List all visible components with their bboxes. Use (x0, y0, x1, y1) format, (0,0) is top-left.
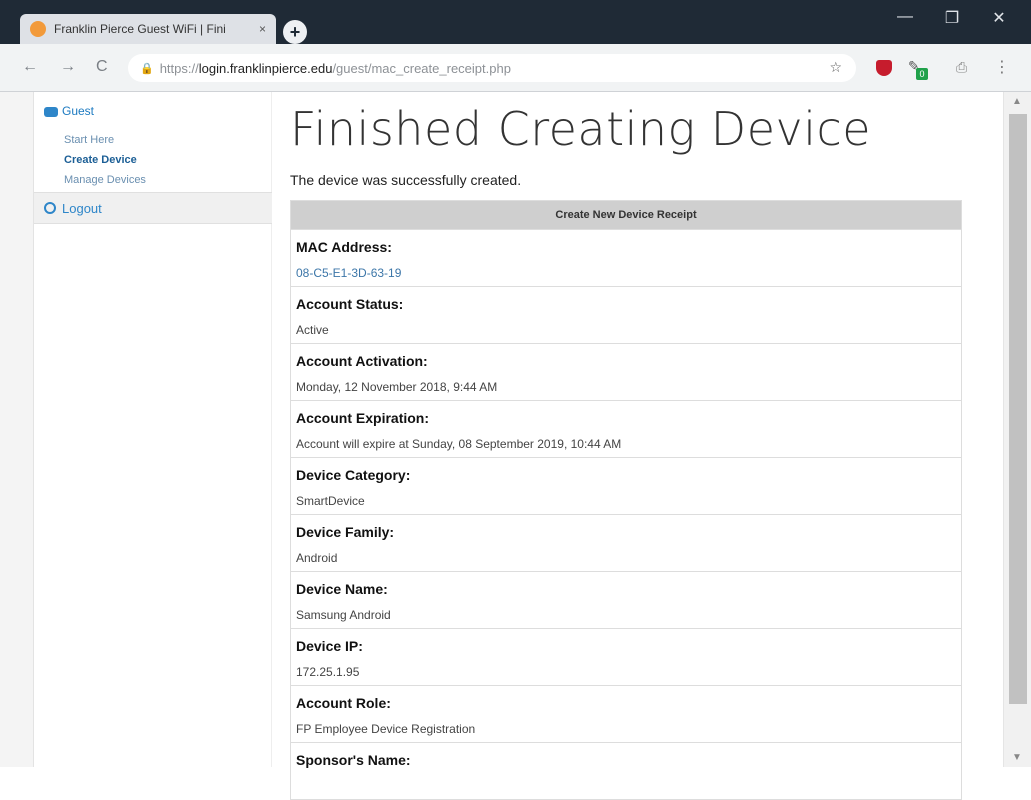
browser-tab[interactable]: Franklin Pierce Guest WiFi | Fini × (20, 14, 276, 44)
logout-label: Logout (62, 201, 102, 216)
receipt-table: Create New Device Receipt MAC Address: 0… (290, 200, 962, 800)
power-icon (44, 202, 56, 214)
row-label: Account Expiration: (296, 410, 430, 426)
forward-icon[interactable]: → (60, 58, 76, 76)
left-gutter (0, 92, 34, 767)
extension-printer-icon[interactable]: ⎙ (956, 59, 967, 76)
bookmark-star-icon[interactable]: ☆ (829, 59, 842, 76)
url-path: /guest/mac_create_receipt.php (332, 60, 511, 76)
row-label: Sponsor's Name: (296, 752, 411, 768)
row-label: Device Family: (296, 524, 395, 540)
receipt-row: Device Family: Android (291, 514, 961, 571)
tab-title: Franklin Pierce Guest WiFi | Fini (54, 22, 226, 36)
row-label: Account Activation: (296, 353, 428, 369)
sidebar-item-manage-devices[interactable]: Manage Devices (64, 174, 146, 186)
sidebar-item-guest[interactable]: Guest (44, 104, 94, 118)
row-value: SmartDevice (296, 494, 365, 508)
row-label: Device Name: (296, 581, 388, 597)
row-label: MAC Address: (296, 239, 392, 255)
sidebar-item-start-here[interactable]: Start Here (64, 134, 114, 146)
receipt-title: Create New Device Receipt (291, 201, 961, 229)
receipt-row: Account Activation: Monday, 12 November … (291, 343, 961, 400)
scrollbar-thumb[interactable] (1009, 114, 1027, 704)
sidebar-item-create-device[interactable]: Create Device (64, 154, 137, 166)
row-value: Samsung Android (296, 608, 391, 622)
lock-icon: 🔒 (140, 62, 154, 75)
extension-shield-icon[interactable] (876, 60, 892, 76)
new-tab-button[interactable]: + (283, 20, 307, 44)
browser-toolbar: ← → C 🔒 https:// login.franklinpierce.ed… (0, 44, 1031, 92)
row-label: Device Category: (296, 467, 411, 483)
row-value: Account will expire at Sunday, 08 Septem… (296, 437, 622, 451)
url-host: login.franklinpierce.edu (198, 60, 333, 76)
receipt-row: Device IP: 172.25.1.95 (291, 628, 961, 685)
tab-favicon-icon (30, 21, 46, 37)
receipt-row: Sponsor's Name: (291, 742, 961, 799)
scroll-down-icon[interactable]: ▼ (1012, 752, 1022, 763)
tab-close-icon[interactable]: × (259, 22, 266, 36)
receipt-row: Device Category: SmartDevice (291, 457, 961, 514)
row-value: 172.25.1.95 (296, 665, 360, 679)
row-value: Monday, 12 November 2018, 9:44 AM (296, 380, 498, 394)
scroll-up-icon[interactable]: ▲ (1012, 96, 1022, 107)
row-value: Android (296, 551, 338, 565)
row-label: Account Role: (296, 695, 391, 711)
vertical-scrollbar[interactable]: ▲ ▼ (1003, 92, 1031, 767)
close-window-button[interactable]: ✕ (979, 8, 1019, 28)
page-title: Finished Creating Device (290, 102, 872, 156)
receipt-row: Device Name: Samsung Android (291, 571, 961, 628)
url-scheme: https:// (159, 60, 199, 76)
menu-icon[interactable]: ⋮ (994, 57, 1010, 77)
sidebar-item-guest-label: Guest (62, 104, 95, 118)
address-bar[interactable]: 🔒 https:// login.franklinpierce.edu /gue… (128, 54, 856, 82)
sidebar-item-logout[interactable]: Logout (34, 192, 272, 224)
receipt-row: Account Status: Active (291, 286, 961, 343)
row-value: Active (296, 323, 329, 337)
receipt-row: MAC Address: 08-C5-E1-3D-63-19 (291, 229, 961, 286)
sidebar: Guest Start Here Create Device Manage De… (34, 92, 272, 767)
row-value: FP Employee Device Registration (296, 722, 476, 736)
page-viewport: Guest Start Here Create Device Manage De… (0, 92, 1031, 800)
row-label: Device IP: (296, 638, 363, 654)
maximize-button[interactable]: ❐ (932, 8, 972, 28)
users-icon (44, 106, 58, 117)
back-icon[interactable]: ← (22, 58, 38, 76)
receipt-row: Account Role: FP Employee Device Registr… (291, 685, 961, 742)
minimize-button[interactable]: — (885, 8, 925, 26)
extension-badge: 0 (916, 68, 928, 80)
success-message: The device was successfully created. (290, 172, 522, 188)
row-label: Account Status: (296, 296, 404, 312)
receipt-row: Account Expiration: Account will expire … (291, 400, 961, 457)
reload-icon[interactable]: C (96, 58, 108, 76)
main-content: Finished Creating Device The device was … (290, 92, 972, 800)
mac-address-link[interactable]: 08-C5-E1-3D-63-19 (296, 266, 401, 280)
